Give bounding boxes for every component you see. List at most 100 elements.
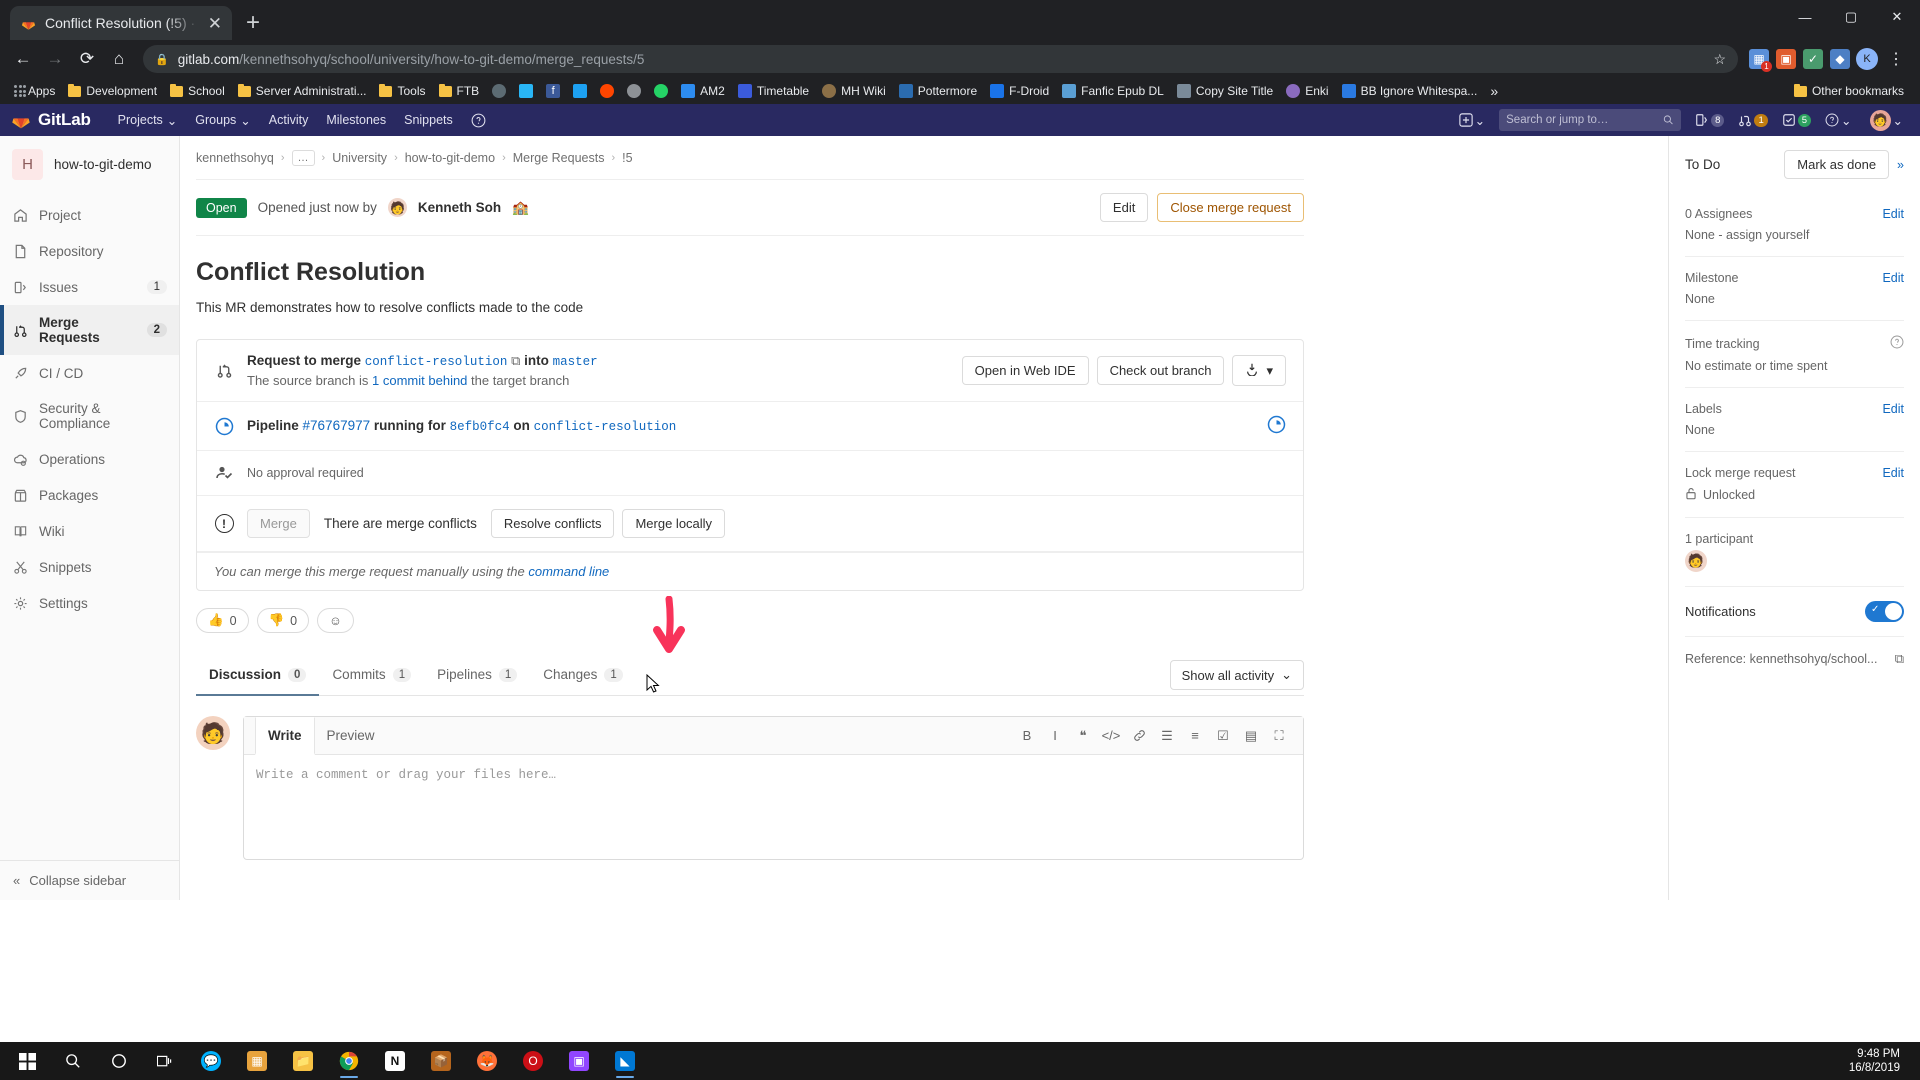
add-reaction-button[interactable]: ☺ [317,608,354,633]
bookmark-star-icon[interactable]: ☆ [1713,51,1726,68]
source-branch[interactable]: conflict-resolution [365,355,508,369]
tab-commits[interactable]: Commits 1 [319,655,424,696]
bookmarks-overflow-icon[interactable]: » [1484,83,1504,99]
commits-behind-link[interactable]: 1 commit behind [372,373,467,388]
bookmark-enki[interactable]: Enki [1280,81,1334,101]
address-bar[interactable]: 🔒 gitlab.com/kennethsohyq/school/univers… [143,45,1738,73]
resolve-conflicts-button[interactable]: Resolve conflicts [490,509,615,538]
bullet-list-icon[interactable]: ☰ [1154,723,1180,749]
browser-menu-icon[interactable]: ⋮ [1882,49,1910,69]
thumbsup-award-button[interactable]: 👍 0 [196,608,249,633]
labels-edit-button[interactable]: Edit [1882,402,1904,416]
firefox-app[interactable]: 🦊 [464,1042,510,1080]
package-app[interactable]: 📦 [418,1042,464,1080]
bookmark-mh-wiki[interactable]: MH Wiki [816,81,892,101]
sidebar-item-project[interactable]: Project [0,197,179,233]
collapse-right-sidebar-icon[interactable]: » [1897,158,1904,172]
home-icon[interactable]: ⌂ [104,44,134,74]
bookmark-globe[interactable] [486,81,512,101]
user-menu[interactable]: 🧑 ⌄ [1860,106,1909,135]
sidebar-item-security-compliance[interactable]: Security & Compliance [0,391,179,441]
bookmark-reddit[interactable] [594,81,620,101]
bookmark-apps[interactable]: Apps [8,81,61,101]
vscode-app[interactable]: ◣ [602,1042,648,1080]
pipeline-status-badge-icon[interactable] [1267,415,1286,437]
tab-preview[interactable]: Preview [315,718,387,755]
tab-write[interactable]: Write [255,717,315,755]
bold-icon[interactable]: B [1014,723,1040,749]
issues-counter[interactable]: 8 [1689,109,1730,131]
bookmark-am2[interactable]: AM2 [675,81,731,101]
avatar[interactable]: 🧑 [1685,550,1707,572]
forward-icon[interactable]: → [40,44,70,74]
check-out-branch-button[interactable]: Check out branch [1096,356,1225,385]
assignees-value[interactable]: None - assign yourself [1685,228,1904,242]
new-tab-button[interactable]: + [246,11,260,35]
bookmark-tools[interactable]: Tools [373,81,431,101]
bookmark-fdroid[interactable]: F-Droid [984,81,1055,101]
notifications-toggle[interactable]: ✓ [1865,601,1904,622]
tab-discussion[interactable]: Discussion 0 [196,655,320,696]
todos-counter[interactable]: 5 [1776,109,1817,131]
author-name[interactable]: Kenneth Soh [418,200,501,215]
window-close-button[interactable]: ✕ [1874,0,1920,34]
bookmark-fanfic-epub-dl[interactable]: Fanfic Epub DL [1056,81,1170,101]
nav-projects[interactable]: Projects ⌄ [109,107,187,134]
project-header[interactable]: H how-to-git-demo [0,136,179,193]
gitlab-logo[interactable]: GitLab [11,110,91,130]
sidebar-item-merge-requests[interactable]: Merge Requests 2 [0,305,179,355]
bookmark-twitter[interactable] [567,81,593,101]
bookmark-globe2[interactable] [621,81,647,101]
sidebar-item-settings[interactable]: Settings [0,585,179,621]
comment-input[interactable]: Write a comment or drag your files here… [244,755,1303,859]
search-box[interactable] [1499,109,1682,131]
breadcrumb-ellipsis[interactable]: … [291,150,315,166]
search-icon[interactable] [50,1042,96,1080]
sidebar-item-issues[interactable]: Issues 1 [0,269,179,305]
show-all-activity-dropdown[interactable]: Show all activity ⌄ [1169,660,1304,690]
lock-edit-button[interactable]: Edit [1882,466,1904,480]
collapse-sidebar-button[interactable]: « Collapse sidebar [0,860,179,900]
profile-avatar[interactable]: K [1855,47,1879,71]
twitch-app[interactable]: ▣ [556,1042,602,1080]
breadcrumb-item-user[interactable]: kennethsohyq [196,151,274,165]
open-in-web-ide-button[interactable]: Open in Web IDE [961,356,1089,385]
bookmark-bb-ignore-whitespace[interactable]: BB Ignore Whitespa... [1336,81,1484,101]
italic-icon[interactable]: I [1042,723,1068,749]
extension-icon-3[interactable]: ✓ [1801,47,1825,71]
nav-groups[interactable]: Groups ⌄ [186,107,259,134]
pipeline-id-link[interactable]: #76767977 [303,418,371,433]
quote-icon[interactable]: ❝ [1070,723,1096,749]
merge-button[interactable]: Merge [247,509,310,538]
maximize-button[interactable]: ▢ [1828,0,1874,34]
breadcrumb-item-merge-requests[interactable]: Merge Requests [513,151,605,165]
back-icon[interactable]: ← [8,44,38,74]
nav-snippets[interactable]: Snippets [395,107,462,133]
browser-tab[interactable]: Conflict Resolution (!5) · Merge R ✕ [10,6,232,40]
opera-app[interactable]: O [510,1042,556,1080]
fullscreen-icon[interactable]: ⛶ [1266,723,1292,749]
numbered-list-icon[interactable]: ≡ [1182,723,1208,749]
assignees-edit-button[interactable]: Edit [1882,207,1904,221]
bookmark-whatsapp[interactable] [648,81,674,101]
commit-sha-link[interactable]: 8efb0fc4 [450,420,510,434]
bookmark-pottermore[interactable]: Pottermore [893,81,983,101]
other-bookmarks-button[interactable]: Other bookmarks [1786,81,1912,101]
table-icon[interactable]: ▤ [1238,723,1264,749]
thumbsdown-award-button[interactable]: 👎 0 [256,608,310,633]
cortana-icon[interactable] [96,1042,142,1080]
new-item-button[interactable]: ⌄ [1453,109,1491,132]
bookmark-timetable[interactable]: Timetable [732,81,815,101]
task-view-icon[interactable] [142,1042,188,1080]
sidebar-item-ci-cd[interactable]: CI / CD [0,355,179,391]
sidebar-item-wiki[interactable]: Wiki [0,513,179,549]
messenger-app[interactable]: 💬 [188,1042,234,1080]
mark-as-done-button[interactable]: Mark as done [1784,150,1890,179]
bookmark-copy-site-title[interactable]: Copy Site Title [1171,81,1279,101]
bookmark-school[interactable]: School [164,81,231,101]
breadcrumb-item-project[interactable]: how-to-git-demo [405,151,495,165]
command-line-link[interactable]: command line [528,564,609,579]
bookmark-server-administration[interactable]: Server Administrati... [232,81,373,101]
store-app[interactable]: ▦ [234,1042,280,1080]
chrome-app[interactable] [326,1042,372,1080]
